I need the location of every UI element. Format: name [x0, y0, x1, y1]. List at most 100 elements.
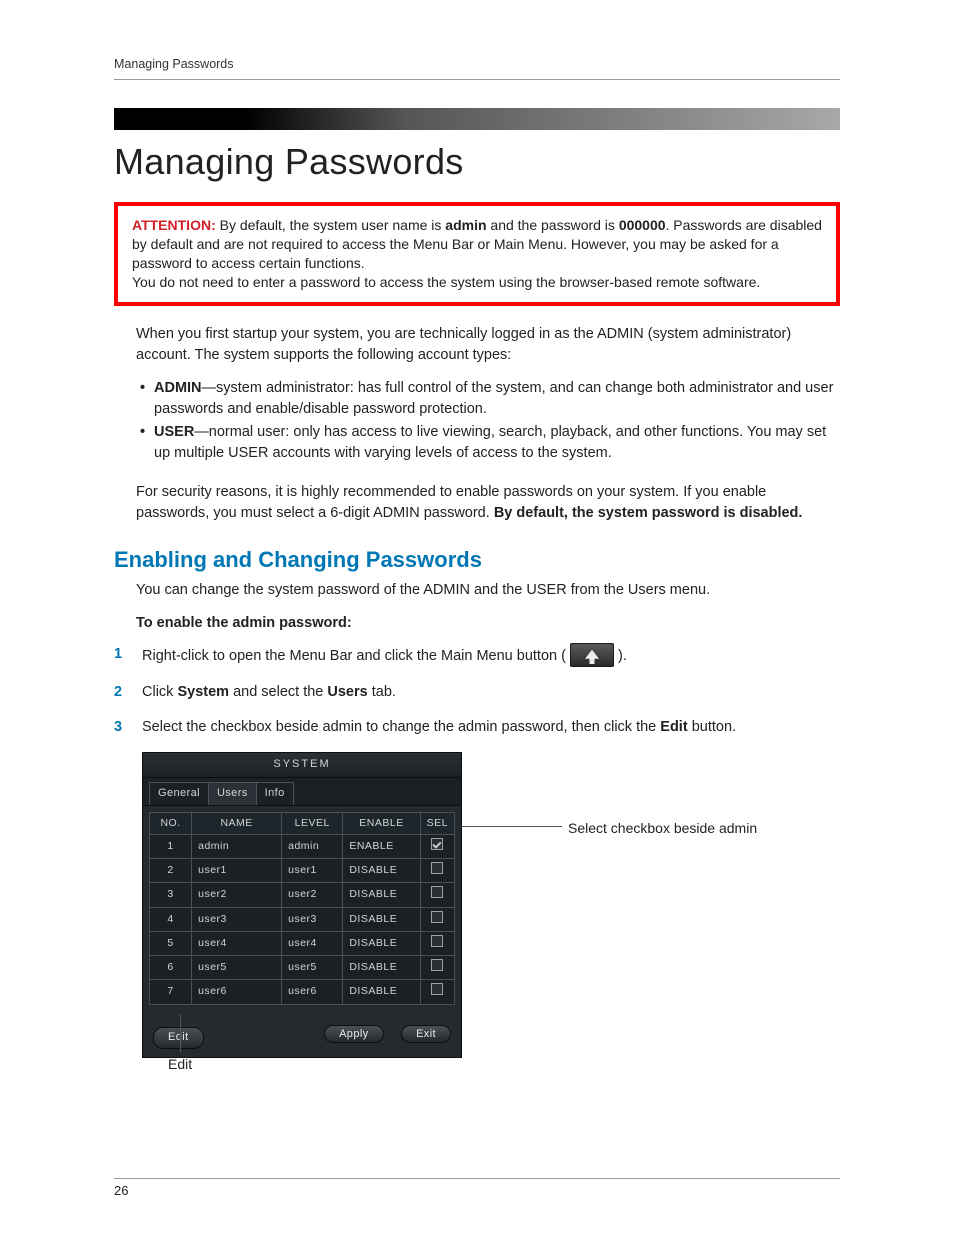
cell-name: admin — [192, 835, 282, 859]
section-subtext: You can change the system password of th… — [136, 580, 840, 601]
cell-enable: DISABLE — [343, 883, 420, 907]
step-number: 1 — [114, 644, 122, 665]
cell-no: 2 — [150, 859, 192, 883]
cell-no: 7 — [150, 980, 192, 1004]
step-2-text-e: tab. — [368, 684, 396, 700]
col-no: NO. — [150, 812, 192, 834]
cell-no: 3 — [150, 883, 192, 907]
cell-level: user2 — [282, 883, 343, 907]
step-number: 2 — [114, 682, 122, 703]
users-table: NO. NAME LEVEL ENABLE SEL 1adminadminENA… — [149, 812, 455, 1005]
table-header-row: NO. NAME LEVEL ENABLE SEL — [150, 812, 455, 834]
step-2-system: System — [177, 684, 229, 700]
exit-button[interactable]: Exit — [401, 1025, 451, 1043]
cell-sel[interactable] — [420, 956, 454, 980]
step-2-text-a: Click — [142, 684, 177, 700]
col-sel: SEL — [420, 812, 454, 834]
step-2: 2 Click System and select the Users tab. — [114, 682, 840, 703]
step-number: 3 — [114, 717, 122, 738]
cell-sel[interactable] — [420, 931, 454, 955]
step-3-text-c: button. — [688, 719, 736, 735]
cell-level: user4 — [282, 931, 343, 955]
apply-button[interactable]: Apply — [324, 1025, 384, 1043]
cell-sel[interactable] — [420, 883, 454, 907]
attention-text-1b: and the password is — [487, 217, 619, 233]
cell-name: user6 — [192, 980, 282, 1004]
account-name-user: USER — [154, 424, 194, 440]
checkbox-icon[interactable] — [431, 862, 443, 874]
tab-general[interactable]: General — [149, 782, 209, 805]
list-item: ADMIN—system administrator: has full con… — [136, 378, 840, 420]
cell-enable: ENABLE — [343, 835, 420, 859]
step-1-text-a: Right-click to open the Menu Bar and cli… — [142, 648, 570, 664]
attention-text-1a: By default, the system user name is — [216, 217, 446, 233]
checkbox-icon[interactable] — [431, 935, 443, 947]
col-level: LEVEL — [282, 812, 343, 834]
callout-line — [180, 1014, 181, 1052]
edit-button[interactable]: Edit — [153, 1027, 204, 1049]
cell-name: user3 — [192, 907, 282, 931]
security-paragraph: For security reasons, it is highly recom… — [136, 482, 840, 524]
table-row: 2user1user1DISABLE — [150, 859, 455, 883]
cell-enable: DISABLE — [343, 859, 420, 883]
checkbox-icon[interactable] — [431, 838, 443, 850]
security-text-b: By default, the system password is disab… — [494, 505, 803, 521]
step-3: 3 Select the checkbox beside admin to ch… — [114, 717, 840, 738]
table-row: 4user3user3DISABLE — [150, 907, 455, 931]
window-title: SYSTEM — [143, 753, 461, 777]
col-name: NAME — [192, 812, 282, 834]
checkbox-icon[interactable] — [431, 886, 443, 898]
account-name-admin: ADMIN — [154, 380, 202, 396]
step-1-text-b: ). — [614, 648, 627, 664]
table-row: 3user2user2DISABLE — [150, 883, 455, 907]
checkbox-icon[interactable] — [431, 983, 443, 995]
cell-name: user5 — [192, 956, 282, 980]
cell-no: 6 — [150, 956, 192, 980]
tab-info[interactable]: Info — [256, 782, 294, 805]
account-types-list: ADMIN—system administrator: has full con… — [136, 378, 840, 464]
col-enable: ENABLE — [343, 812, 420, 834]
cell-enable: DISABLE — [343, 931, 420, 955]
tab-row: General Users Info — [143, 777, 461, 806]
page-number: 26 — [114, 1182, 128, 1201]
tab-users[interactable]: Users — [208, 782, 257, 805]
cell-sel[interactable] — [420, 980, 454, 1004]
table-row: 5user4user4DISABLE — [150, 931, 455, 955]
home-icon — [570, 643, 614, 667]
cell-no: 4 — [150, 907, 192, 931]
attention-admin: admin — [445, 217, 486, 233]
cell-sel[interactable] — [420, 907, 454, 931]
cell-enable: DISABLE — [343, 980, 420, 1004]
table-row: 1adminadminENABLE — [150, 835, 455, 859]
attention-text-2: You do not need to enter a password to a… — [132, 273, 822, 292]
list-item: USER—normal user: only has access to liv… — [136, 422, 840, 464]
cell-sel[interactable] — [420, 859, 454, 883]
footer-rule — [114, 1178, 840, 1179]
step-2-users: Users — [327, 684, 367, 700]
intro-paragraph: When you first startup your system, you … — [136, 324, 840, 366]
cell-level: admin — [282, 835, 343, 859]
attention-box: ATTENTION: By default, the system user n… — [114, 202, 840, 306]
checkbox-icon[interactable] — [431, 959, 443, 971]
callout-edit: Edit — [168, 1054, 192, 1074]
cell-name: user2 — [192, 883, 282, 907]
attention-pwd: 000000 — [619, 217, 666, 233]
account-desc-user: —normal user: only has access to live vi… — [154, 424, 826, 461]
attention-label: ATTENTION: — [132, 217, 216, 233]
cell-level: user5 — [282, 956, 343, 980]
table-row: 6user5user5DISABLE — [150, 956, 455, 980]
step-3-text-a: Select the checkbox beside admin to chan… — [142, 719, 660, 735]
figure-wrap: SYSTEM General Users Info NO. NAME LEVEL… — [142, 752, 840, 1058]
cell-level: user3 — [282, 907, 343, 931]
checkbox-icon[interactable] — [431, 911, 443, 923]
button-row: Edit Apply Exit — [143, 1011, 461, 1057]
steps-list: 1 Right-click to open the Menu Bar and c… — [114, 644, 840, 738]
cell-sel[interactable] — [420, 835, 454, 859]
cell-enable: DISABLE — [343, 956, 420, 980]
table-row: 7user6user6DISABLE — [150, 980, 455, 1004]
cell-name: user1 — [192, 859, 282, 883]
system-window: SYSTEM General Users Info NO. NAME LEVEL… — [142, 752, 462, 1058]
title-gradient-bar — [114, 108, 840, 130]
account-desc-admin: —system administrator: has full control … — [154, 380, 833, 417]
callout-line — [462, 826, 562, 827]
